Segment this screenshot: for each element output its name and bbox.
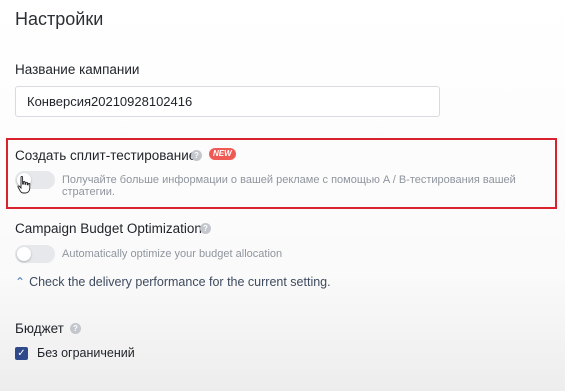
campaign-name-label: Название кампании [15, 62, 140, 77]
cbo-label: Campaign Budget Optimization [15, 221, 202, 236]
settings-page: Настройки Название кампании Конверсия202… [0, 0, 565, 391]
toggle-knob [17, 247, 31, 261]
hand-cursor-icon [17, 176, 31, 194]
campaign-name-input[interactable]: Конверсия20210928102416 [15, 86, 440, 117]
split-test-label: Создать сплит-тестирование [15, 148, 197, 163]
budget-label: Бюджет [15, 321, 64, 336]
page-title: Настройки [15, 9, 104, 29]
no-limit-checkbox[interactable]: ✓ [15, 347, 28, 360]
no-limit-label: Без ограничений [37, 346, 135, 360]
chevron-up-icon: ⌃ [15, 275, 26, 289]
cbo-hint: Automatically optimize your budget alloc… [62, 248, 283, 260]
delivery-performance-link-text: Check the delivery performance for the c… [29, 275, 331, 289]
cbo-help-icon[interactable]: ? [200, 223, 211, 234]
split-test-help-icon[interactable]: ? [191, 150, 202, 161]
delivery-performance-link[interactable]: ⌃ Check the delivery performance for the … [15, 275, 331, 289]
cbo-toggle[interactable] [15, 245, 55, 263]
new-badge: NEW [209, 148, 236, 160]
budget-help-icon[interactable]: ? [70, 323, 81, 334]
split-test-hint: Получайте больше информации о вашей рекл… [62, 174, 516, 198]
